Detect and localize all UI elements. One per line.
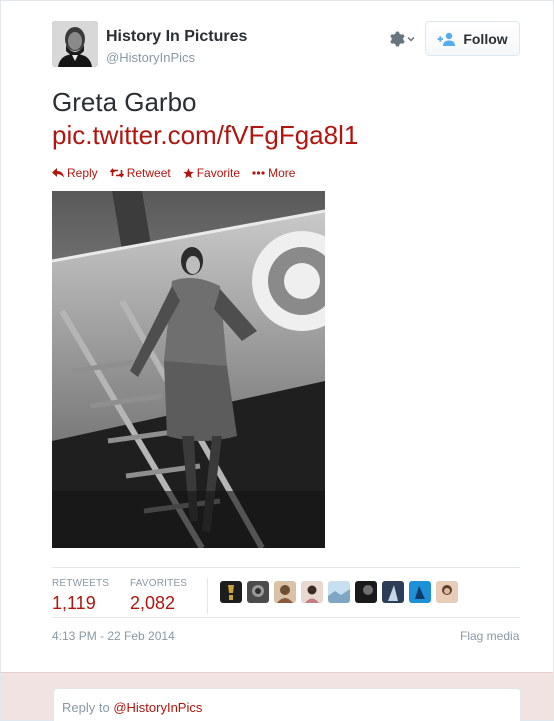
reply-mention: @HistoryInPics: [113, 700, 203, 715]
retweet-icon: [109, 168, 124, 178]
reply-icon: [52, 168, 64, 178]
star-icon: [183, 167, 194, 178]
more-icon: [252, 171, 265, 175]
reply-area: Reply to @HistoryInPics: [1, 672, 553, 721]
favoriter-avatar[interactable]: [220, 581, 242, 603]
reply-input[interactable]: Reply to @HistoryInPics: [53, 688, 521, 721]
favoriter-avatars: [220, 581, 458, 603]
favorites-label: FAVORITES: [130, 578, 188, 589]
follow-button[interactable]: Follow: [425, 21, 520, 56]
favorites-count: 2,082: [130, 593, 176, 613]
tweet-photo[interactable]: [52, 191, 325, 548]
tweet-text: Greta Garbo: [52, 87, 197, 117]
user-name[interactable]: History In Pictures: [106, 28, 247, 46]
settings-menu[interactable]: [389, 29, 419, 49]
favoriter-avatar[interactable]: [301, 581, 323, 603]
flag-media-link[interactable]: Flag media: [460, 629, 519, 643]
favorite-action[interactable]: Favorite: [183, 165, 240, 181]
tweet-header: History In Pictures @HistoryInPics Follo…: [52, 21, 520, 67]
retweets-label: RETWEETS: [52, 578, 110, 589]
divider-bottom: [52, 617, 520, 618]
more-action[interactable]: More: [252, 165, 295, 181]
chevron-down-icon: [407, 36, 415, 42]
avatar[interactable]: [52, 21, 98, 67]
favoriter-avatar[interactable]: [274, 581, 296, 603]
reply-prefix: Reply to: [62, 700, 114, 715]
tweet-actions: Reply Retweet Favorite More: [52, 165, 295, 181]
retweet-label: Retweet: [126, 166, 171, 180]
more-label: More: [268, 166, 296, 180]
divider-top: [52, 567, 520, 568]
retweets-count: 1,119: [52, 593, 96, 613]
follow-label: Follow: [463, 30, 508, 47]
add-user-icon: [437, 32, 456, 46]
favoriter-avatar[interactable]: [409, 581, 431, 603]
favorite-label: Favorite: [196, 166, 241, 180]
stats-separator: [207, 578, 208, 614]
gear-icon: [390, 31, 405, 47]
favoriter-avatar[interactable]: [436, 581, 458, 603]
retweets-stat[interactable]: RETWEETS 1,119: [52, 578, 109, 614]
user-handle[interactable]: @HistoryInPics: [106, 50, 195, 65]
favoriter-avatar[interactable]: [355, 581, 377, 603]
favoriter-avatar[interactable]: [382, 581, 404, 603]
retweet-action[interactable]: Retweet: [109, 165, 171, 181]
favoriter-avatar[interactable]: [247, 581, 269, 603]
tweet-media-link[interactable]: pic.twitter.com/fVFgFga8l1: [52, 119, 358, 151]
favoriter-avatar[interactable]: [328, 581, 350, 603]
reply-action[interactable]: Reply: [52, 165, 98, 181]
tweet-timestamp[interactable]: 4:13 PM - 22 Feb 2014: [52, 629, 175, 643]
favorites-stat[interactable]: FAVORITES 2,082: [130, 578, 187, 614]
reply-label: Reply: [67, 166, 98, 180]
